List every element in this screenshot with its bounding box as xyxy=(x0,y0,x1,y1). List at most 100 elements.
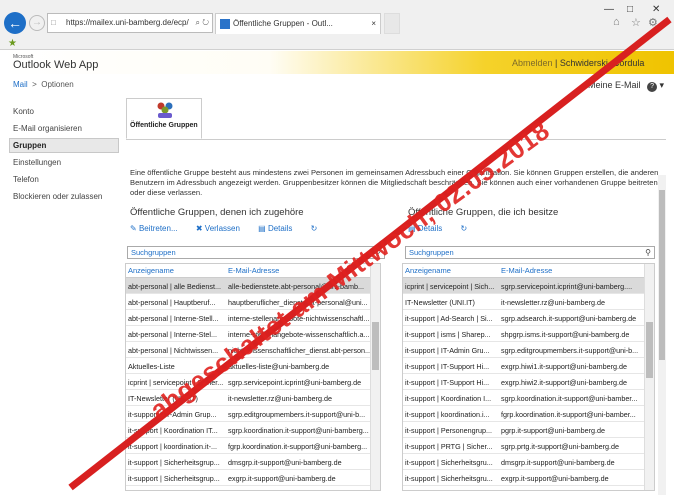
nav-item-einstellungen[interactable]: Einstellungen xyxy=(13,158,61,167)
owa-tab-icon xyxy=(220,19,230,29)
table-row[interactable]: it-support | PRTG | Sicher... sgrp.prtg.i… xyxy=(403,438,644,454)
tab-title: Öffentliche Gruppen - Outl... xyxy=(233,19,333,28)
address-bar[interactable]: □ https://mailex.uni-bamberg.de/ecp/ ⌕ ↻ xyxy=(47,13,213,33)
people-group-icon xyxy=(157,102,173,118)
table-row[interactable]: it-support | Sicherheitsgru... dmsgrp.it-… xyxy=(403,454,644,470)
tab-oeffentliche-gruppen[interactable]: Öffentliche Gruppen - Outl... × xyxy=(215,13,381,34)
join-label: Beitreten... xyxy=(138,224,178,233)
breadcrumb: Mail > Optionen xyxy=(13,80,74,89)
details-label-left: Details xyxy=(267,224,293,233)
cell-email: sgrp.servicepoint.icprint@uni-bamberg.de xyxy=(228,378,362,387)
nav-item-telefon[interactable]: Telefon xyxy=(13,175,39,184)
forward-arrow-icon[interactable]: → xyxy=(29,15,45,31)
table-row[interactable]: it-support | IT-Support Hi... exgrp.hiwi2… xyxy=(403,374,644,390)
nav-item-gruppen[interactable]: Gruppen xyxy=(9,138,119,153)
cell-display-name: it-support | IT-Support Hi... xyxy=(405,378,490,387)
cell-display-name: abt-personal | Hauptberuf... xyxy=(128,298,216,307)
nav-item-konto[interactable]: Konto xyxy=(13,107,34,116)
search-input-right[interactable]: Suchgruppen ⚲ xyxy=(405,246,655,259)
scrollbar-right[interactable] xyxy=(644,264,654,490)
search-lock-refresh-icons[interactable]: ⌕ ↻ xyxy=(195,14,209,32)
cell-email: exgrp.it-support@uni-bamberg.de xyxy=(228,474,336,483)
details-button-left[interactable]: ▤ Details xyxy=(258,224,300,233)
table-row[interactable]: it-support | Sicherheitsgrup... dmsgrp.it… xyxy=(126,454,370,470)
cell-email: fgrp.koordination.it-support@uni-bamber.… xyxy=(501,410,636,419)
cell-display-name: abt-personal | alle Bedienst... xyxy=(128,282,221,291)
cell-display-name: it-support | isms | Sharep... xyxy=(405,330,491,339)
table-row[interactable]: IT-Newsletter (UNI.IT) it-newsletter.rz@u… xyxy=(403,294,644,310)
table-row[interactable]: it-support | koordination.i... fgrp.koord… xyxy=(403,406,644,422)
maximize-icon[interactable]: □ xyxy=(627,4,633,15)
close-tab-icon[interactable]: × xyxy=(371,14,376,34)
cell-email: fgrp.koordination.it-support@uni-bamberg… xyxy=(228,442,368,451)
table-row[interactable]: it-support | koordination.it-... fgrp.koo… xyxy=(126,438,370,454)
col-email-header[interactable]: E-Mail-Adresse xyxy=(228,266,279,275)
table-row[interactable]: it-support | isms | Sharep... shpgrp.isms… xyxy=(403,326,644,342)
nav-item-blockieren[interactable]: Blockieren oder zulassen xyxy=(13,192,102,201)
cell-display-name: it-support | Sicherheitsgrup... xyxy=(128,474,220,483)
cell-display-name: it-support | Personengrup... xyxy=(405,426,492,435)
scrollbar-left[interactable] xyxy=(370,264,380,490)
cell-email: sgrp.adsearch.it-support@uni-bamberg.de xyxy=(501,314,637,323)
cell-email: shpgrp.isms.it-support@uni-bamberg.de xyxy=(501,330,630,339)
cell-display-name: it-support | Sicherheitsgru... xyxy=(405,474,493,483)
page-scrollbar[interactable] xyxy=(658,175,666,495)
table-row[interactable]: it-support | IT-Support Hi... exgrp.hiwi1… xyxy=(403,358,644,374)
cell-email: pgrp.it-support@uni-bamberg.de xyxy=(501,426,605,435)
owned-groups-table: Anzeigename E-Mail-Adresse icprint | ser… xyxy=(402,263,655,491)
scroll-thumb[interactable] xyxy=(372,322,379,370)
favorites-bar-icon[interactable]: ★ xyxy=(8,38,17,49)
address-bar-text: https://mailex.uni-bamberg.de/ecp/ xyxy=(66,18,189,27)
cell-email: dmsgrp.it-support@uni-bamberg.de xyxy=(501,458,615,467)
table-header: Anzeigename E-Mail-Adresse xyxy=(403,264,644,278)
cell-display-name: icprint | servicepoint | Sich... xyxy=(405,282,495,291)
cell-display-name: it-support | Sicherheitsgru... xyxy=(405,458,493,467)
page-scroll-thumb[interactable] xyxy=(659,190,665,360)
table-row[interactable]: it-support | IT-Admin Gru... sgrp.editgro… xyxy=(403,342,644,358)
table-row[interactable]: it-support | Sicherheitsgru... exgrp.it-s… xyxy=(403,470,644,486)
help-icon[interactable]: ? xyxy=(647,82,658,92)
home-icon[interactable]: ⌂ xyxy=(613,16,620,28)
cell-display-name: it-support | koordination.i... xyxy=(405,410,490,419)
table-row[interactable]: it-support | Sicherheitsgrup... exgrp.it-… xyxy=(126,470,370,486)
join-button[interactable]: ✎ Beitreten... xyxy=(130,224,186,233)
breadcrumb-options: Optionen xyxy=(41,80,74,89)
leave-button[interactable]: ✖ Verlassen xyxy=(196,224,248,233)
cell-display-name: it-support | IT-Support Hi... xyxy=(405,362,490,371)
table-row[interactable]: it-support | Personengrup... pgrp.it-supp… xyxy=(403,422,644,438)
table-row[interactable]: abt-personal | Interne-Stell... interne-s… xyxy=(126,310,370,326)
cell-email: it-newsletter.rz@uni-bamberg.de xyxy=(501,298,605,307)
cell-display-name: it-support | koordination.it-... xyxy=(128,442,217,451)
back-arrow-icon[interactable]: ← xyxy=(4,12,26,34)
star-icon[interactable]: ☆ xyxy=(631,16,641,29)
cell-email: exgrp.hiwi2.it-support@uni-bamberg.de xyxy=(501,378,627,387)
search-icon[interactable]: ⚲ xyxy=(645,247,651,258)
new-tab-button[interactable] xyxy=(384,13,400,34)
owa-logo: Outlook Web App xyxy=(13,59,99,71)
col-name-header[interactable]: Anzeigename xyxy=(128,266,174,275)
cell-email: sgrp.koordination.it-support@uni-bamber.… xyxy=(501,394,638,403)
table-row[interactable]: icprint | servicepoint | Sich... sgrp.ser… xyxy=(403,278,644,294)
nav-item-email-organisieren[interactable]: E-Mail organisieren xyxy=(13,124,82,133)
member-groups-title: Öffentliche Gruppen, denen ich zugehöre xyxy=(130,207,304,218)
page-icon: □ xyxy=(51,18,56,27)
breadcrumb-mail-link[interactable]: Mail xyxy=(13,80,28,89)
cell-display-name: it-support | Koordination I... xyxy=(405,394,492,403)
refresh-icon-left[interactable]: ↻ xyxy=(311,224,318,233)
user-area: Abmelden | Schwiderski, Cordula xyxy=(512,58,645,68)
scroll-thumb[interactable] xyxy=(646,322,653,378)
table-row[interactable]: it-support | Koordination I... sgrp.koord… xyxy=(403,390,644,406)
cell-email: dmsgrp.it-support@uni-bamberg.de xyxy=(228,458,342,467)
leave-label: Verlassen xyxy=(204,224,240,233)
signout-link[interactable]: Abmelden xyxy=(512,58,553,68)
col-name-header[interactable]: Anzeigename xyxy=(405,266,451,275)
table-row[interactable]: it-support | Ad-Search | Si... sgrp.adsea… xyxy=(403,310,644,326)
cell-email: sgrp.servicepoint.icprint@uni-bamberg...… xyxy=(501,282,633,291)
col-email-header[interactable]: E-Mail-Adresse xyxy=(501,266,552,275)
refresh-icon-right[interactable]: ↻ xyxy=(460,224,467,233)
close-window-icon[interactable]: ✕ xyxy=(652,4,660,15)
description-text: Eine öffentliche Gruppe besteht aus mind… xyxy=(130,168,659,197)
minimize-icon[interactable]: — xyxy=(604,4,614,15)
chevron-down-icon[interactable]: ▾ xyxy=(660,80,665,90)
tab-oeffentliche-gruppen-content[interactable]: Öffentliche Gruppen xyxy=(126,98,202,139)
